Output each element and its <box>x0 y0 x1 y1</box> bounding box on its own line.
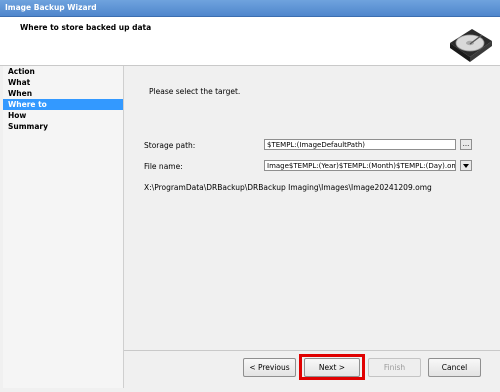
storage-path-input[interactable]: $TEMPL:(ImageDefaultPath) <box>264 139 456 150</box>
step-when[interactable]: When <box>3 88 123 99</box>
file-name-input[interactable]: Image$TEMPL:(Year)$TEMPL:(Month)$TEMPL:(… <box>264 160 456 171</box>
window-title: Image Backup Wizard <box>5 3 97 12</box>
page-title: Where to store backed up data <box>20 23 152 32</box>
step-summary[interactable]: Summary <box>3 121 123 132</box>
next-button-highlight <box>299 354 365 380</box>
step-action[interactable]: Action <box>3 66 123 77</box>
browse-button[interactable]: ... <box>460 139 472 150</box>
footer-divider <box>124 350 500 351</box>
step-what[interactable]: What <box>3 77 123 88</box>
dropdown-arrow-icon <box>463 164 469 168</box>
main-panel: Please select the target. Storage path: … <box>124 66 500 349</box>
storage-path-label: Storage path: <box>144 141 196 150</box>
instruction-text: Please select the target. <box>149 87 241 96</box>
wizard-header: Where to store backed up data <box>0 17 500 66</box>
resolved-path-text: X:\ProgramData\DRBackup\DRBackup Imaging… <box>144 183 432 192</box>
file-name-label: File name: <box>144 162 183 171</box>
file-name-dropdown-button[interactable] <box>460 160 472 171</box>
wizard-steps: Action What When Where to How Summary <box>3 66 124 388</box>
hard-drive-icon <box>448 25 494 67</box>
cancel-button[interactable]: Cancel <box>428 358 481 377</box>
finish-button: Finish <box>368 358 421 377</box>
step-how[interactable]: How <box>3 110 123 121</box>
previous-button[interactable]: < Previous <box>243 358 296 377</box>
title-bar: Image Backup Wizard <box>0 0 500 17</box>
step-where-to[interactable]: Where to <box>3 99 123 110</box>
